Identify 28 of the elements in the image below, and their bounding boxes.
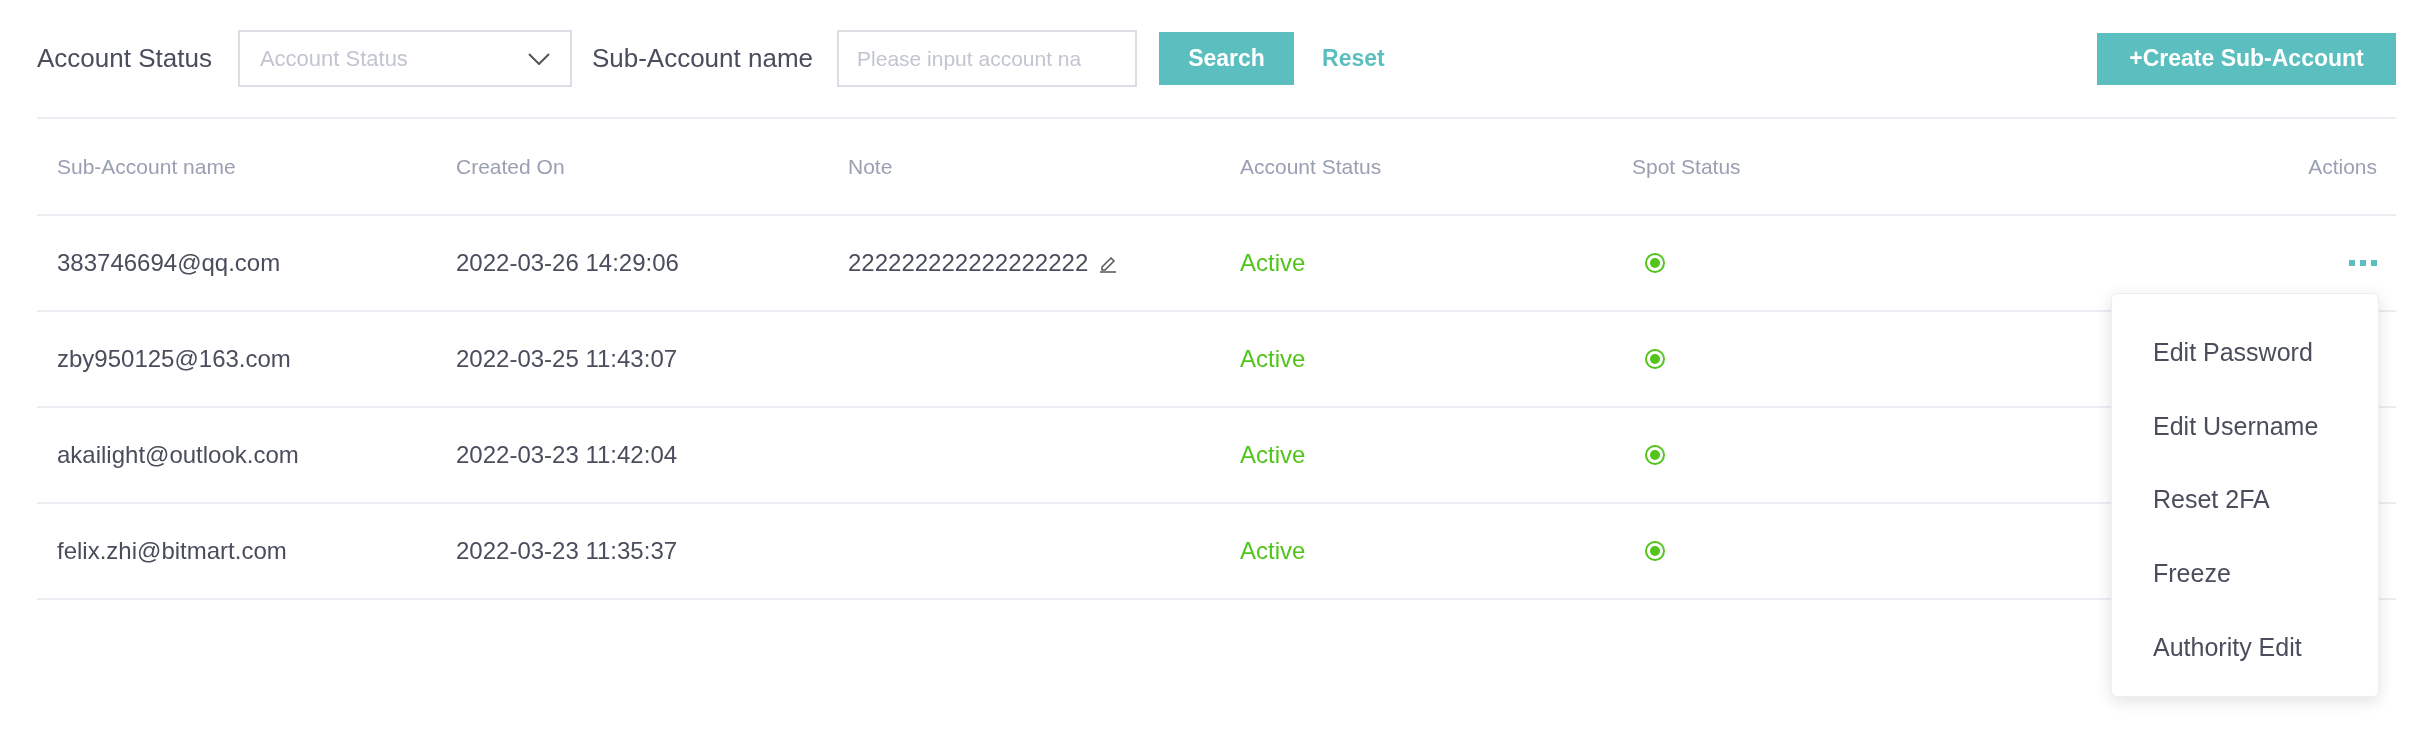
menu-item[interactable]: Authority Edit	[2112, 628, 2378, 666]
table-cell-text: zby950125@163.com	[57, 344, 291, 374]
table-cell-text: 2022-03-25 11:43:07	[456, 344, 678, 374]
chevron-down-icon	[527, 52, 550, 65]
table-cell-text: 2022-03-26 14:29:06	[456, 248, 679, 278]
column-header: Created On	[456, 153, 565, 180]
column-header: Note	[848, 153, 893, 180]
menu-item[interactable]: Edit Username	[2112, 407, 2378, 446]
table-cell-text: 2022-03-23 11:42:04	[456, 440, 678, 470]
name-input[interactable]: Please input account na	[837, 30, 1138, 87]
filter-label: Account Status	[37, 42, 212, 75]
table-cell-text: 222222222222222222	[848, 248, 1089, 278]
table-cell-text: 2022-03-23 11:35:37	[456, 536, 678, 566]
column-header: Account Status	[1240, 153, 1382, 180]
status-text: Active	[1240, 440, 1306, 470]
column-header: Spot Status	[1632, 153, 1741, 180]
status-text: Active	[1240, 536, 1306, 566]
column-header: Actions	[2308, 153, 2377, 180]
status-text: Active	[1240, 344, 1306, 374]
menu-item[interactable]: Freeze	[2112, 554, 2378, 593]
menu-item[interactable]: Edit Password	[2112, 334, 2378, 372]
table-cell-text: felix.zhi@bitmart.com	[57, 536, 287, 566]
filter-label: Sub-Account name	[591, 42, 814, 75]
menu-item[interactable]: Reset 2FA	[2112, 481, 2378, 519]
status-text: Active	[1240, 248, 1306, 278]
table-cell-text: akailight@outlook.com	[57, 440, 299, 470]
table-cell-text: 383746694@qq.com	[57, 248, 281, 278]
column-header: Sub-Account name	[57, 153, 236, 180]
